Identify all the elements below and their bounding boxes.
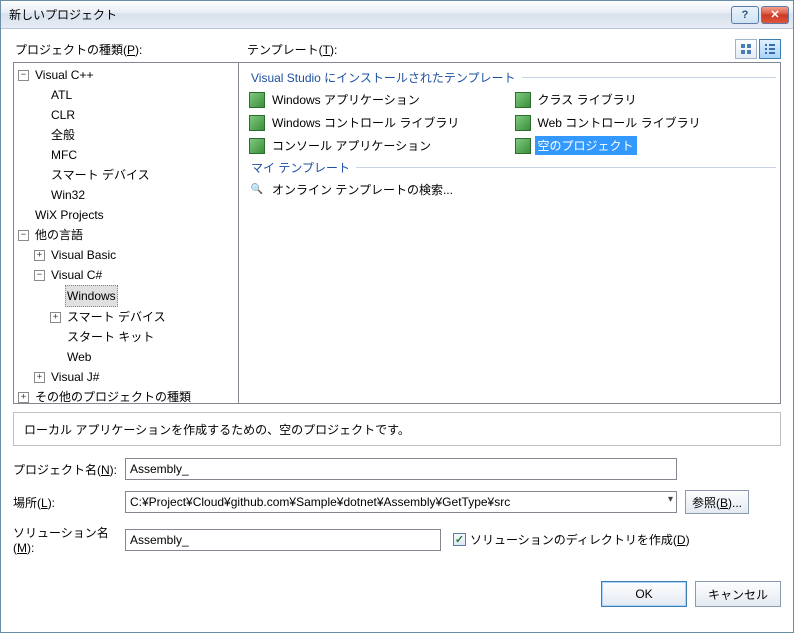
small-icons-button[interactable]: [759, 39, 781, 59]
close-button[interactable]: ✕: [761, 6, 789, 24]
create-dir-checkbox[interactable]: ✓: [453, 533, 466, 546]
description-box: ローカル アプリケーションを作成するための、空のプロジェクトです。: [13, 412, 781, 446]
template-class-library[interactable]: クラス ライブラリ: [511, 88, 777, 111]
group-installed: Visual Studio にインストールされたテンプレート: [245, 67, 776, 88]
view-buttons: [735, 39, 781, 62]
csharp-icon: [249, 138, 265, 154]
tree-node-vb[interactable]: +Visual Basic: [34, 245, 236, 265]
large-icons-icon: [740, 43, 752, 55]
tree-node-web[interactable]: Web: [50, 347, 236, 367]
template-windows-app[interactable]: Windows アプリケーション: [245, 88, 511, 111]
window-title: 新しいプロジェクト: [9, 6, 729, 23]
tree-node-vjsharp[interactable]: +Visual J#: [34, 367, 236, 387]
template-empty[interactable]: 空のプロジェクト: [511, 134, 777, 157]
csharp-icon: [249, 92, 265, 108]
titlebar: 新しいプロジェクト ? ✕: [1, 1, 793, 29]
ok-button[interactable]: OK: [601, 581, 687, 607]
tree-node-other-projects[interactable]: +その他のプロジェクトの種類: [18, 387, 236, 404]
solution-name-row: ソリューション名(M): ✓ ソリューションのディレクトリを作成(D): [13, 524, 781, 555]
tree-node-win32[interactable]: Win32: [34, 185, 236, 205]
my-templates-grid: 🔍オンライン テンプレートの検索...: [245, 178, 776, 201]
project-name-label: プロジェクト名(N):: [13, 461, 125, 478]
help-button[interactable]: ?: [731, 6, 759, 24]
cancel-button[interactable]: キャンセル: [695, 581, 781, 607]
tree-node-wix[interactable]: WiX Projects: [18, 205, 236, 225]
template-web-control[interactable]: Web コントロール ライブラリ: [511, 111, 777, 134]
templates-list[interactable]: Visual Studio にインストールされたテンプレート Windows ア…: [239, 62, 781, 404]
solution-name-input[interactable]: [125, 529, 441, 551]
dialog-content: プロジェクトの種類(P): テンプレート(T): −Visual C++: [1, 29, 793, 632]
templates-label: テンプレート(T):: [245, 39, 735, 62]
create-dir-checkbox-row: ✓ ソリューションのディレクトリを作成(D): [453, 531, 690, 548]
search-icon: 🔍: [249, 182, 265, 198]
tree-node-smart-device[interactable]: スマート デバイス: [34, 165, 236, 185]
large-icons-button[interactable]: [735, 39, 757, 59]
project-types-tree[interactable]: −Visual C++ ATL CLR 全般 MFC スマート デバイス Win…: [13, 62, 239, 404]
project-types-label: プロジェクトの種類(P):: [13, 39, 245, 62]
tree-node-mfc[interactable]: MFC: [34, 145, 236, 165]
dialog-window: 新しいプロジェクト ? ✕ プロジェクトの種類(P): テンプレート(T):: [0, 0, 794, 633]
tree-node-starter[interactable]: スタート キット: [50, 327, 236, 347]
location-row: 場所(L): ▾ 参照(B)...: [13, 490, 781, 514]
csharp-icon: [515, 138, 531, 154]
project-name-row: プロジェクト名(N):: [13, 458, 781, 480]
panes: −Visual C++ ATL CLR 全般 MFC スマート デバイス Win…: [13, 62, 781, 404]
browse-button[interactable]: 参照(B)...: [685, 490, 749, 514]
tree-node-windows[interactable]: Windows: [50, 285, 236, 307]
tree-node-vcpp[interactable]: −Visual C++: [18, 65, 236, 85]
tree-node-smart-device2[interactable]: +スマート デバイス: [50, 307, 236, 327]
pane-labels: プロジェクトの種類(P): テンプレート(T):: [13, 39, 781, 62]
csharp-icon: [249, 115, 265, 131]
template-windows-control[interactable]: Windows コントロール ライブラリ: [245, 111, 511, 134]
location-input[interactable]: [125, 491, 677, 513]
dialog-buttons: OK キャンセル: [13, 565, 781, 607]
tree-node-atl[interactable]: ATL: [34, 85, 236, 105]
solution-name-label: ソリューション名(M):: [13, 524, 125, 555]
csharp-icon: [515, 92, 531, 108]
group-my-templates: マイ テンプレート: [245, 157, 776, 178]
tree-node-general[interactable]: 全般: [34, 125, 236, 145]
small-icons-icon: [764, 43, 776, 55]
tree-node-vcs[interactable]: −Visual C#: [34, 265, 236, 285]
csharp-icon: [515, 115, 531, 131]
location-combo: ▾: [125, 491, 677, 513]
tree-node-clr[interactable]: CLR: [34, 105, 236, 125]
description-text: ローカル アプリケーションを作成するための、空のプロジェクトです。: [24, 421, 410, 438]
tree-node-other-lang[interactable]: −他の言語: [18, 225, 236, 245]
create-dir-label: ソリューションのディレクトリを作成(D): [470, 531, 690, 548]
template-online-search[interactable]: 🔍オンライン テンプレートの検索...: [245, 178, 511, 201]
template-console[interactable]: コンソール アプリケーション: [245, 134, 511, 157]
project-name-input[interactable]: [125, 458, 677, 480]
location-label: 場所(L):: [13, 494, 125, 511]
installed-templates-grid: Windows アプリケーション クラス ライブラリ Windows コントロー…: [245, 88, 776, 157]
